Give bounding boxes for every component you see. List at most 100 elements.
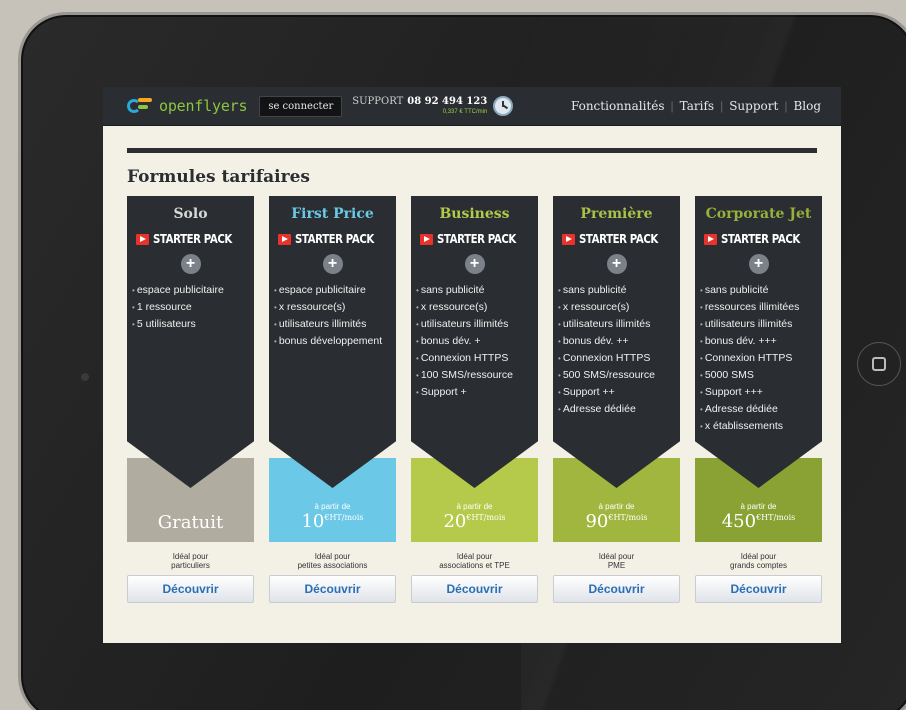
feature-item: • x ressource(s): [416, 301, 488, 313]
plan-card-premiere: Première STARTER PACK + • sans publicité …: [553, 196, 680, 603]
main-content: Formules tarifaires Solo STARTER PACK +: [103, 148, 841, 603]
feature-item: • Adresse dédiée: [700, 403, 778, 415]
support-info: SUPPORT 08 92 494 123 0,337 € TTC/min: [352, 97, 488, 116]
feature-item: • sans publicité: [700, 284, 769, 296]
feature-item: • Connexion HTTPS: [558, 352, 651, 364]
support-phone[interactable]: 08 92 494 123: [407, 97, 487, 107]
home-square-icon: [872, 357, 886, 371]
feature-item: • bonus dév. +: [416, 335, 481, 347]
starter-pack-label: STARTER PACK: [720, 232, 800, 246]
feature-item: • x établissements: [700, 420, 784, 432]
nav-blog[interactable]: Blog: [787, 99, 827, 113]
logo[interactable]: openflyers: [127, 97, 248, 115]
feature-item: • x ressource(s): [274, 301, 346, 313]
ideal-for: Idéal pour associations et TPE: [439, 552, 510, 570]
plus-icon[interactable]: +: [464, 254, 485, 274]
feature-item: • utilisateurs illimités: [558, 318, 651, 330]
feature-item: • 100 SMS/ressource: [416, 369, 514, 381]
feature-item: • bonus dév. +++: [700, 335, 777, 347]
feature-list: • espace publicitaire • x ressource(s) • ut…: [269, 282, 396, 350]
feature-item: • 500 SMS/ressource: [558, 369, 656, 381]
feature-item: • Connexion HTTPS: [416, 352, 509, 364]
starter-pack[interactable]: STARTER PACK: [127, 232, 254, 246]
starter-pack[interactable]: STARTER PACK: [269, 232, 396, 246]
feature-item: • sans publicité: [416, 284, 485, 296]
logo-text: openflyers: [159, 97, 248, 115]
discover-button[interactable]: Découvrir: [269, 575, 396, 603]
discover-button[interactable]: Découvrir: [553, 575, 680, 603]
feature-item: • Support +++: [700, 386, 763, 398]
plan-card-business: Business STARTER PACK + • sans publicité …: [411, 196, 538, 603]
feature-item: • Support ++: [558, 386, 615, 398]
plan-name: Business: [439, 206, 510, 222]
feature-list: • sans publicité • x ressource(s) • utilisa…: [411, 282, 538, 401]
support-price: 0,337 € TTC/min: [442, 109, 488, 115]
play-icon: [135, 233, 149, 245]
price-amount: 20€HT/mois: [443, 511, 506, 532]
home-button[interactable]: [857, 342, 901, 386]
pricing-plans: Solo STARTER PACK + • espace publicitaire…: [127, 196, 822, 603]
feature-item: • utilisateurs illimités: [416, 318, 509, 330]
nav-fonctionnalites[interactable]: Fonctionnalités: [565, 99, 671, 113]
price-from: à partir de: [456, 502, 493, 511]
feature-list: • sans publicité • x ressource(s) • utilisa…: [553, 282, 680, 418]
price-from: à partir de: [598, 502, 635, 511]
feature-item: • 1 ressource: [132, 301, 192, 313]
feature-item: • Connexion HTTPS: [700, 352, 793, 364]
login-button[interactable]: se connecter: [259, 95, 343, 117]
price-block: à partir de 10€HT/mois: [269, 458, 396, 542]
plan-name: First Price: [291, 206, 374, 222]
starter-pack-label: STARTER PACK: [294, 232, 374, 246]
ideal-for: Idéal pour PME: [598, 552, 635, 570]
feature-item: • x ressource(s): [558, 301, 630, 313]
discover-button[interactable]: Découvrir: [127, 575, 254, 603]
clock-icon: [493, 96, 514, 116]
plan-name: Solo: [173, 206, 208, 222]
nav-support[interactable]: Support: [723, 99, 784, 113]
discover-button[interactable]: Découvrir: [411, 575, 538, 603]
starter-pack-label: STARTER PACK: [436, 232, 516, 246]
top-bar: openflyers se connecter SUPPORT 08 92 49…: [103, 87, 841, 126]
feature-item: • Adresse dédiée: [558, 403, 636, 415]
price-amount: 90€HT/mois: [585, 511, 648, 532]
plan-card-first-price: First Price STARTER PACK + • espace publi…: [269, 196, 396, 603]
feature-item: • Support +: [416, 386, 467, 398]
feature-item: • bonus développement: [274, 335, 383, 347]
openflyers-logo-icon: [127, 97, 153, 115]
feature-item: • sans publicité: [558, 284, 627, 296]
plus-icon[interactable]: +: [322, 254, 343, 274]
feature-item: • 5 utilisateurs: [132, 318, 196, 330]
discover-button[interactable]: Découvrir: [695, 575, 822, 603]
plan-name: Corporate Jet: [705, 206, 812, 222]
page-title: Formules tarifaires: [127, 167, 310, 187]
play-icon: [561, 233, 575, 245]
price-block: à partir de 90€HT/mois: [553, 458, 680, 542]
starter-pack[interactable]: STARTER PACK: [411, 232, 538, 246]
play-icon: [703, 233, 717, 245]
tablet-screen: openflyers se connecter SUPPORT 08 92 49…: [103, 87, 841, 643]
starter-pack-label: STARTER PACK: [578, 232, 658, 246]
camera-dot: [81, 373, 89, 381]
ideal-for: Idéal pour particuliers: [171, 552, 210, 570]
ideal-for: Idéal pour grands comptes: [730, 552, 787, 570]
plus-icon[interactable]: +: [748, 254, 769, 274]
nav-tarifs[interactable]: Tarifs: [674, 99, 720, 113]
starter-pack[interactable]: STARTER PACK: [695, 232, 822, 246]
plan-card-solo: Solo STARTER PACK + • espace publicitaire…: [127, 196, 254, 603]
play-icon: [419, 233, 433, 245]
feature-list: • espace publicitaire • 1 ressource • 5 uti…: [127, 282, 254, 333]
price-from: à partir de: [740, 502, 777, 511]
price-block: à partir de 20€HT/mois: [411, 458, 538, 542]
feature-item: • ressources illimitées: [700, 301, 800, 313]
divider-bar: [127, 148, 817, 153]
starter-pack[interactable]: STARTER PACK: [553, 232, 680, 246]
price-amount: 450€HT/mois: [721, 511, 796, 532]
feature-list: • sans publicité • ressources illimitées •…: [695, 282, 822, 435]
plus-icon[interactable]: +: [606, 254, 627, 274]
feature-item: • bonus dév. ++: [558, 335, 629, 347]
plus-icon[interactable]: +: [180, 254, 201, 274]
feature-item: • 5000 SMS: [700, 369, 754, 381]
plan-card-corporate-jet: Corporate Jet STARTER PACK + • sans publi…: [695, 196, 822, 603]
price-block: Gratuit: [127, 458, 254, 542]
price-from: à partir de: [314, 502, 351, 511]
